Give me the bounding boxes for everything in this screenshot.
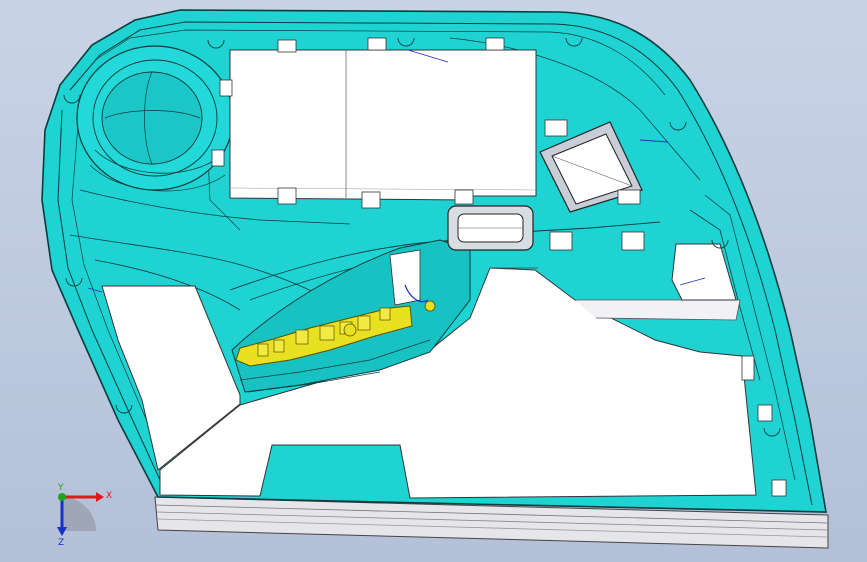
speaker-pocket[interactable] (76, 45, 234, 192)
door-panel-model[interactable]: X Y Z (0, 0, 867, 562)
axis-triad[interactable]: X Y Z (57, 483, 112, 548)
handle-bezel[interactable] (447, 205, 534, 251)
z-axis-label: Z (58, 538, 64, 548)
upper-cutout-panel[interactable] (229, 49, 537, 201)
x-axis-label: X (106, 491, 112, 501)
y-axis-marker (58, 493, 66, 501)
z-axis-arrow (57, 527, 67, 536)
x-axis-arrow (96, 492, 104, 502)
cad-viewport[interactable]: X Y Z (0, 0, 867, 562)
y-axis-label: Y (57, 483, 64, 493)
